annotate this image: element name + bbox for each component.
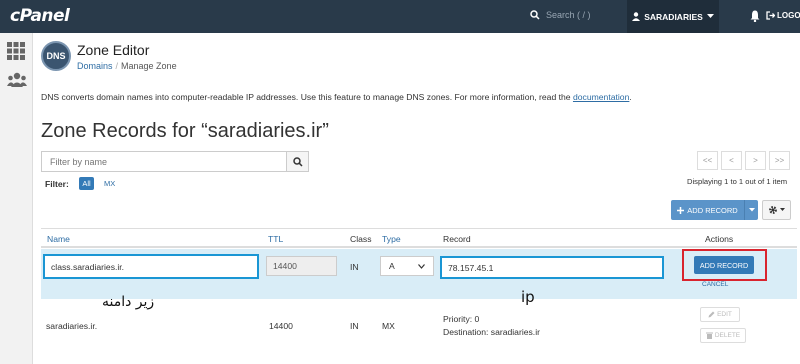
table-row: saradiaries.ir. 14400 IN MX Priority: 0 …: [41, 304, 797, 364]
column-type[interactable]: Type: [382, 234, 401, 244]
caret-down-icon: [780, 208, 785, 211]
record-type-value: A: [389, 261, 395, 271]
caret-down-icon: [748, 208, 755, 212]
zone-records-heading: Zone Records for “saradiaries.ir”: [41, 120, 329, 142]
last-page-button[interactable]: >>: [769, 151, 790, 170]
sidebar: [0, 33, 33, 364]
dns-icon: DNS: [41, 41, 71, 71]
settings-dropdown-button[interactable]: [762, 200, 791, 220]
add-record-label: ADD RECORD: [687, 205, 738, 215]
logout-icon: [766, 11, 775, 20]
column-record: Record: [443, 234, 471, 244]
row-priority: Priority: 0: [443, 314, 480, 324]
record-name-field[interactable]: [43, 254, 259, 279]
delete-button[interactable]: DELETE: [700, 328, 746, 343]
row-class: IN: [350, 321, 359, 331]
plus-icon: [677, 206, 685, 214]
breadcrumb-current: Manage Zone: [121, 61, 177, 71]
delete-label: DELETE: [714, 332, 741, 339]
page-title: Zone Editor: [77, 42, 150, 58]
add-record-submit-button[interactable]: ADD RECORD: [694, 256, 754, 274]
global-search[interactable]: Search ( / ): [530, 10, 591, 20]
username: SARADIARIES: [644, 11, 703, 22]
cpanel-logo[interactable]: cPanel: [10, 6, 70, 26]
documentation-link[interactable]: documentation: [573, 92, 629, 102]
cancel-link[interactable]: CANCEL: [702, 281, 728, 288]
users-icon[interactable]: [7, 72, 27, 88]
record-type-select[interactable]: A: [380, 256, 434, 276]
displaying-count: Displaying 1 to 1 out of 1 item: [687, 177, 788, 186]
search-icon: [292, 156, 303, 167]
filter-input[interactable]: [41, 151, 286, 172]
edit-button[interactable]: EDIT: [700, 307, 740, 322]
breadcrumb-separator: /: [115, 61, 119, 71]
caret-down-icon: [706, 14, 714, 18]
record-class: IN: [350, 262, 359, 272]
trash-icon: [705, 332, 713, 339]
logout-button[interactable]: LOGOUT: [766, 11, 800, 20]
description-end: .: [629, 92, 632, 102]
add-record-dropdown-toggle[interactable]: [744, 200, 758, 220]
filter-search-button[interactable]: [286, 151, 309, 172]
record-ttl-field[interactable]: [266, 256, 337, 276]
top-bar: cPanel Search ( / ) SARADIARIES LOGOUT: [0, 0, 800, 33]
column-class: Class: [350, 234, 372, 244]
column-name[interactable]: Name: [47, 234, 70, 244]
filter-label: Filter:: [45, 179, 69, 189]
breadcrumb: Domains / Manage Zone: [77, 61, 177, 71]
row-type: MX: [382, 321, 395, 331]
user-menu[interactable]: SARADIARIES: [627, 0, 719, 33]
grid-icon[interactable]: [7, 42, 25, 60]
pagination: << < > >>: [697, 151, 790, 170]
pencil-icon: [708, 311, 715, 318]
search-icon: [530, 10, 540, 20]
filter-all-pill[interactable]: All: [79, 177, 94, 190]
edit-label: EDIT: [717, 311, 732, 318]
chevron-down-icon: [418, 263, 425, 269]
column-ttl[interactable]: TTL: [268, 234, 283, 244]
prev-page-button[interactable]: <: [721, 151, 742, 170]
gear-icon: [769, 206, 777, 214]
filter-mx-pill[interactable]: MX: [104, 179, 115, 188]
record-address-field[interactable]: [440, 256, 664, 279]
search-placeholder: Search ( / ): [546, 10, 591, 20]
breadcrumb-domains-link[interactable]: Domains: [77, 61, 113, 71]
logout-label: LOGOUT: [777, 11, 800, 20]
first-page-button[interactable]: <<: [697, 151, 718, 170]
row-name: saradiaries.ir.: [46, 321, 98, 331]
row-ttl: 14400: [269, 321, 293, 331]
column-actions: Actions: [705, 234, 734, 244]
bell-icon[interactable]: [750, 10, 760, 22]
description-text: DNS converts domain names into computer-…: [41, 92, 573, 102]
user-icon: [632, 12, 641, 21]
page-description: DNS converts domain names into computer-…: [41, 92, 632, 102]
table-header: Name TTL Class Type Record Actions: [41, 228, 797, 248]
add-record-button[interactable]: ADD RECORD: [671, 200, 744, 220]
next-page-button[interactable]: >: [745, 151, 766, 170]
row-destination: Destination: saradiaries.ir: [443, 327, 540, 337]
